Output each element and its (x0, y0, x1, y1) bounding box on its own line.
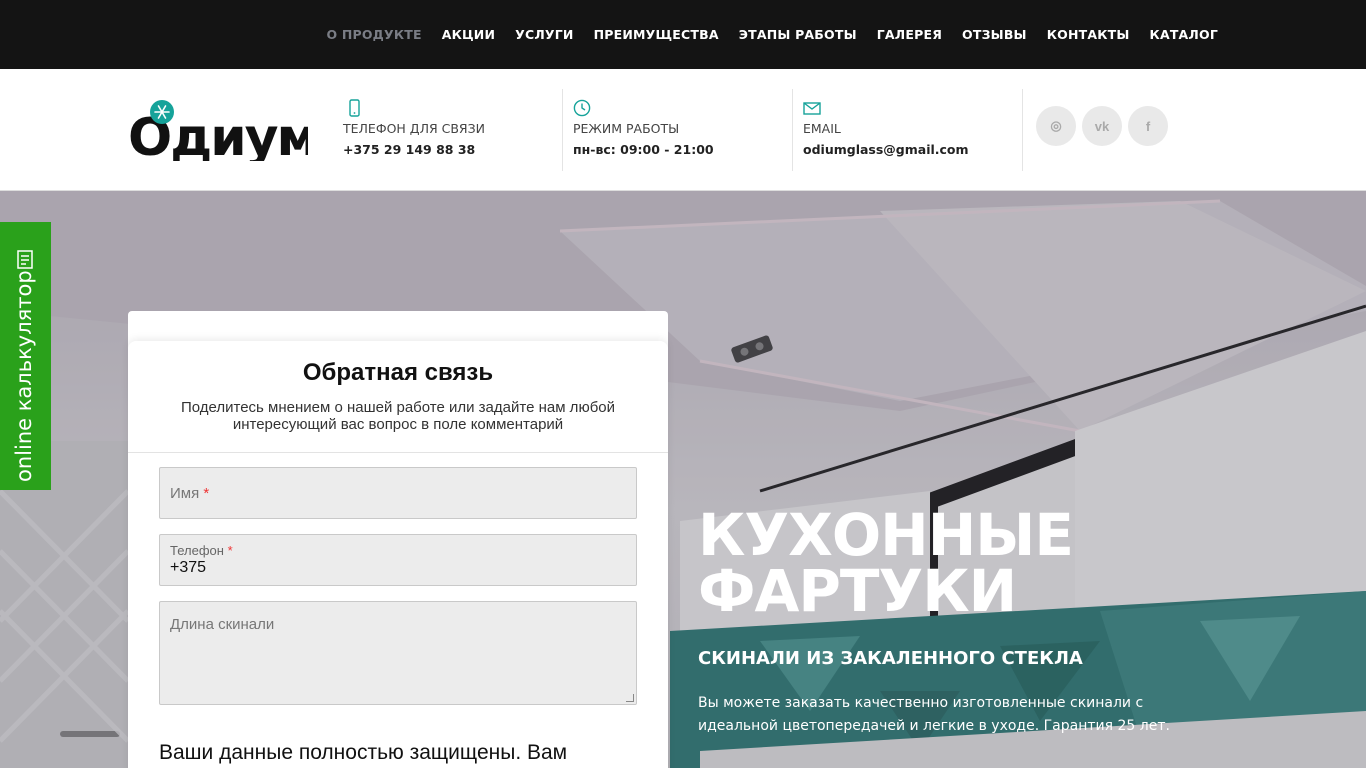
online-calculator-tab[interactable]: online калькулятор (0, 222, 51, 490)
hero-title: КУХОННЫЕ ФАРТУКИ (698, 501, 1074, 625)
nav-menu: О ПРОДУКТЕ АКЦИИ УСЛУГИ ПРЕИМУЩЕСТВА ЭТА… (306, 0, 1218, 69)
top-navigation: О ПРОДУКТЕ АКЦИИ УСЛУГИ ПРЕИМУЩЕСТВА ЭТА… (0, 0, 1366, 69)
feedback-form: Обратная связь Поделитесь мнением о наше… (128, 341, 668, 768)
logo[interactable]: Одиум (128, 99, 319, 168)
name-input[interactable]: Имя * (159, 467, 637, 519)
name-placeholder: Имя (170, 485, 200, 502)
hero-title-line1: КУХОННЫЕ (698, 501, 1074, 569)
phone-label: ТЕЛЕФОН ДЛЯ СВЯЗИ (343, 121, 485, 136)
online-calculator-label: online калькулятор (12, 270, 36, 482)
phone-field-label: Телефон (170, 543, 224, 558)
required-mark: * (227, 543, 233, 558)
mail-icon (803, 99, 821, 117)
nav-item-promotions[interactable]: АКЦИИ (442, 27, 495, 42)
nav-item-reviews[interactable]: ОТЗЫВЫ (962, 27, 1027, 42)
form-subtitle: Поделитесь мнением о нашей работе или за… (180, 399, 616, 433)
nav-item-stages[interactable]: ЭТАПЫ РАБОТЫ (739, 27, 857, 42)
phone-value[interactable]: +375 29 149 88 38 (343, 142, 475, 157)
header-divider (1022, 89, 1033, 171)
clock-icon (573, 99, 591, 117)
hero-description: Вы можете заказать качественно изготовле… (698, 695, 1170, 734)
nav-item-catalog[interactable]: КАТАЛОГ (1150, 27, 1218, 42)
instagram-icon[interactable]: ◎ (1036, 106, 1076, 146)
resize-handle[interactable] (626, 694, 634, 702)
hero-title-line2: ФАРТУКИ (698, 557, 1017, 625)
hero-subtitle: СКИНАЛИ ИЗ ЗАКАЛЕННОГО СТЕКЛА (698, 648, 1083, 669)
form-title: Обратная связь (302, 359, 494, 386)
email-label: EMAIL (803, 121, 841, 136)
length-placeholder: Длина скинали (170, 616, 275, 633)
hours-label: РЕЖИМ РАБОТЫ (573, 121, 680, 136)
phone-input[interactable]: Телефон * +375 (159, 534, 637, 586)
nav-item-contacts[interactable]: КОНТАКТЫ (1047, 27, 1130, 42)
nav-item-advantages[interactable]: ПРЕИМУЩЕСТВА (594, 27, 719, 42)
hours-value: пн-вс: 09:00 - 21:00 (573, 142, 714, 157)
length-textarea[interactable]: Длина скинали (159, 601, 637, 705)
phone-icon (345, 99, 363, 117)
vk-icon[interactable]: vk (1082, 106, 1122, 146)
nav-item-about[interactable]: О ПРОДУКТЕ (326, 27, 421, 42)
form-divider (128, 452, 668, 453)
nav-item-services[interactable]: УСЛУГИ (515, 27, 573, 42)
calculator-icon (17, 250, 33, 269)
nav-item-gallery[interactable]: ГАЛЕРЕЯ (877, 27, 942, 42)
required-mark: * (203, 485, 210, 502)
facebook-icon[interactable]: f (1128, 106, 1168, 146)
email-value[interactable]: odiumglass@gmail.com (803, 142, 969, 157)
phone-field-value: +375 (170, 559, 207, 576)
privacy-notice: Ваши данные полностью защищены. Вам (159, 741, 568, 764)
